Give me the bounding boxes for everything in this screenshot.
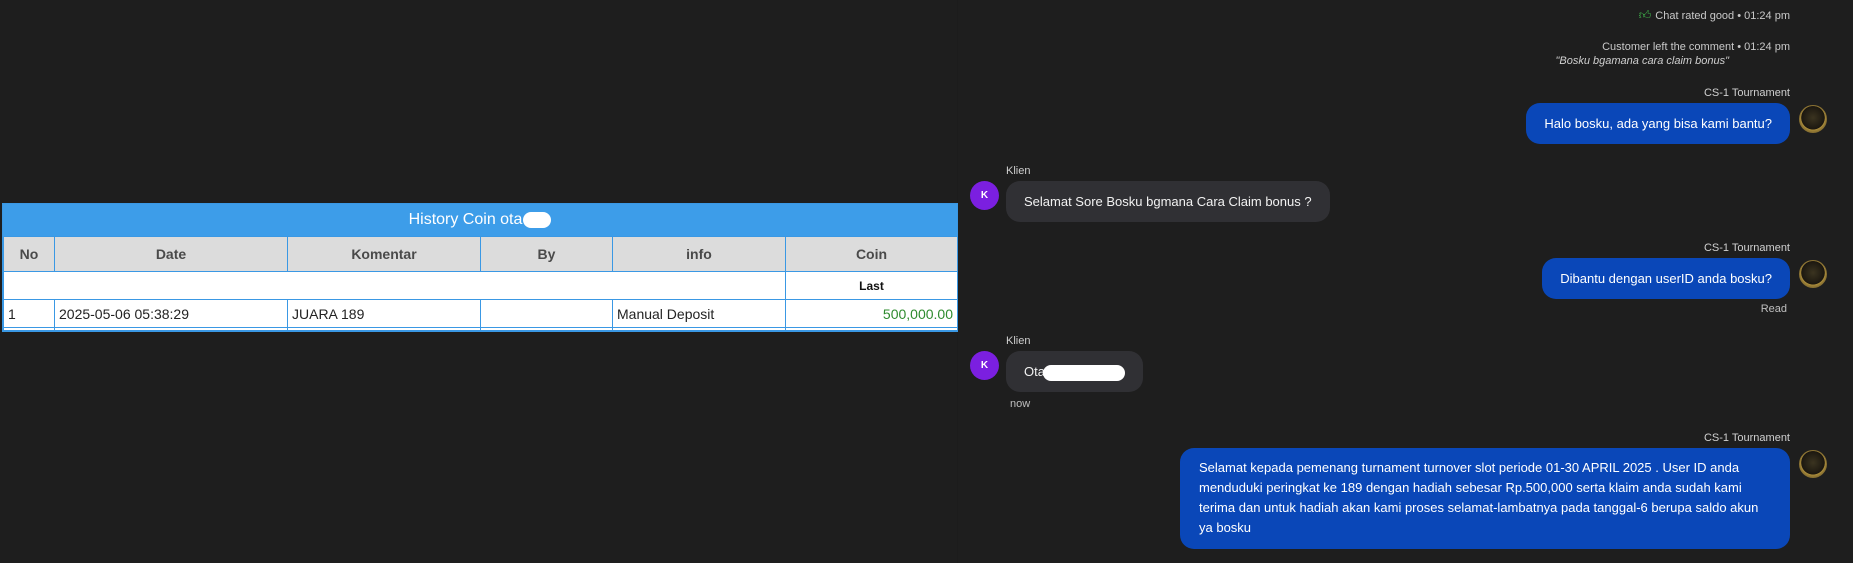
history-title-text: History Coin ota [408, 211, 523, 228]
cell-no: 1 [3, 299, 55, 328]
agent-avatar-icon [1799, 260, 1827, 288]
cell-coin: 500,000.00 [785, 299, 958, 328]
cell-info: Manual Deposit [612, 299, 786, 328]
client-message[interactable]: Selamat Sore Bosku bgmana Cara Claim bon… [1006, 181, 1330, 222]
thumbs-up-icon: 👍︎ [1638, 8, 1652, 22]
client-message[interactable]: Ota [1006, 351, 1143, 392]
table-row[interactable]: 1 2025-05-06 05:38:29 JUARA 189 Manual D… [3, 299, 958, 328]
col-header-date[interactable]: Date [54, 236, 288, 272]
client-avatar: K [970, 181, 999, 210]
last-label: Last [785, 271, 958, 300]
history-coin-table: History Coin ota No Date Komentar By inf… [2, 203, 958, 332]
col-header-coin[interactable]: Coin [785, 236, 958, 272]
agent-message[interactable]: Selamat kepada pemenang turnament turnov… [1180, 448, 1790, 549]
cell-date: 2025-05-06 05:38:29 [54, 299, 288, 328]
client-message-text: Ota [1024, 364, 1045, 379]
message-time: now [1010, 398, 1031, 410]
read-receipt: Read [1760, 303, 1787, 315]
col-header-komentar[interactable]: Komentar [287, 236, 481, 272]
table-row-partial [3, 327, 958, 331]
redacted-username [523, 211, 552, 228]
chat-rated-notice: 👍︎ Chat rated good • 01:24 pm [1639, 8, 1790, 23]
agent-message[interactable]: Dibantu dengan userID anda bosku? [1542, 258, 1790, 299]
chat-pane[interactable]: 👍︎ Chat rated good • 01:24 pm Customer le… [958, 0, 1853, 563]
agent-avatar-icon [1799, 105, 1827, 133]
chat-rated-text: Chat rated good • 01:24 pm [1655, 10, 1790, 22]
cell-by [480, 299, 613, 328]
col-header-info[interactable]: info [612, 236, 786, 272]
agent-message[interactable]: Halo bosku, ada yang bisa kami bantu? [1526, 103, 1790, 144]
client-name: Klien [1006, 335, 1031, 347]
last-row: Last [3, 271, 958, 300]
cell-komentar: JUARA 189 [287, 299, 481, 328]
agent-name: CS-1 Tournament [1703, 432, 1790, 444]
comment-header: Customer left the comment • 01:24 pm [1602, 41, 1790, 53]
agent-avatar-icon [1799, 450, 1827, 478]
history-pane: History Coin ota No Date Komentar By inf… [0, 0, 958, 563]
table-header-row: No Date Komentar By info Coin [3, 236, 958, 272]
client-name: Klien [1006, 165, 1031, 177]
last-row-spacer [3, 271, 786, 300]
client-avatar: K [970, 351, 999, 380]
agent-name: CS-1 Tournament [1703, 242, 1790, 254]
redacted-userid [1042, 364, 1125, 381]
col-header-no[interactable]: No [3, 236, 55, 272]
agent-name: CS-1 Tournament [1703, 87, 1790, 99]
history-title: History Coin ota [3, 204, 957, 236]
col-header-by[interactable]: By [480, 236, 613, 272]
customer-comment: "Bosku bgamana cara claim bonus" [1555, 55, 1729, 67]
